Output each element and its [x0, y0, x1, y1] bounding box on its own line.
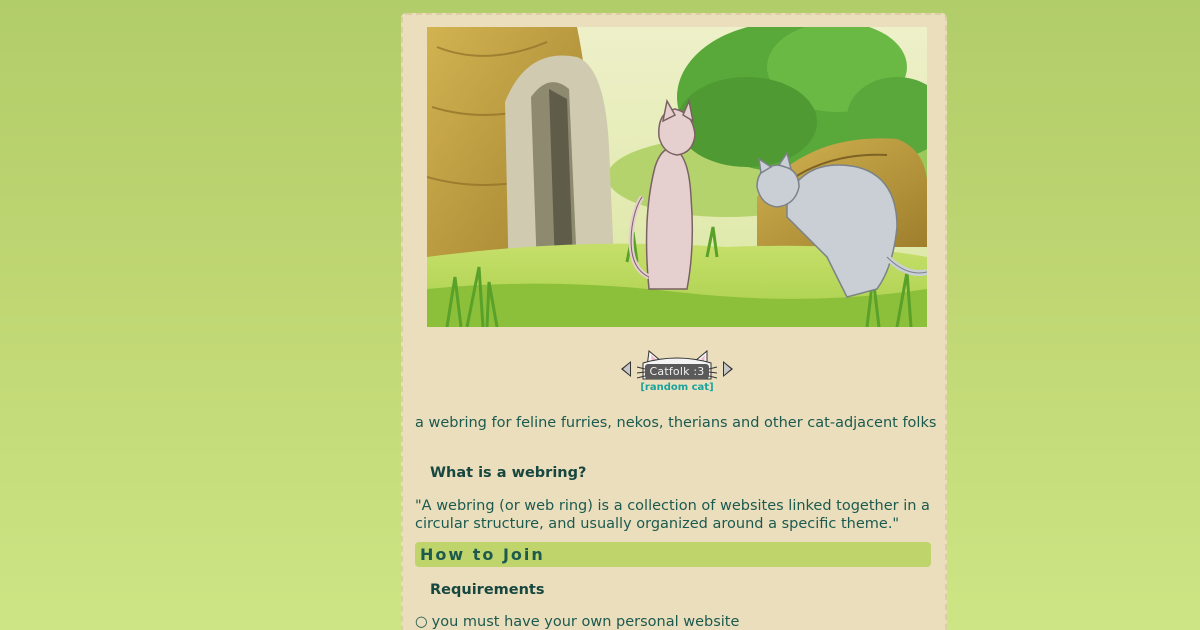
previous-site-arrow-icon[interactable]	[621, 361, 631, 377]
webring-definition-quote: "A webring (or web ring) is a collection…	[415, 498, 930, 532]
catfolk-badge-label: Catfolk :3	[649, 365, 705, 378]
next-site-arrow-icon[interactable]	[723, 361, 733, 377]
tagline: a webring for feline furries, nekos, the…	[415, 415, 937, 431]
catfolk-webring-widget: Catfolk :3 [random cat]	[617, 345, 737, 401]
content-card: Catfolk :3 [random cat] a webring for fe…	[401, 13, 947, 630]
how-to-join-section-header: How to Join	[415, 542, 931, 567]
circle-bullet-icon: ○	[415, 614, 428, 630]
random-cat-link[interactable]: [random cat]	[617, 382, 737, 393]
how-to-join-heading: How to Join	[420, 545, 545, 564]
list-item: ○ you must have your own personal website	[415, 614, 739, 630]
hero-illustration	[427, 27, 927, 327]
what-is-webring-heading: What is a webring?	[430, 465, 587, 481]
requirements-heading: Requirements	[430, 582, 545, 598]
requirements-list: ○ you must have your own personal website	[415, 614, 739, 630]
requirement-text: you must have your own personal website	[431, 614, 740, 630]
